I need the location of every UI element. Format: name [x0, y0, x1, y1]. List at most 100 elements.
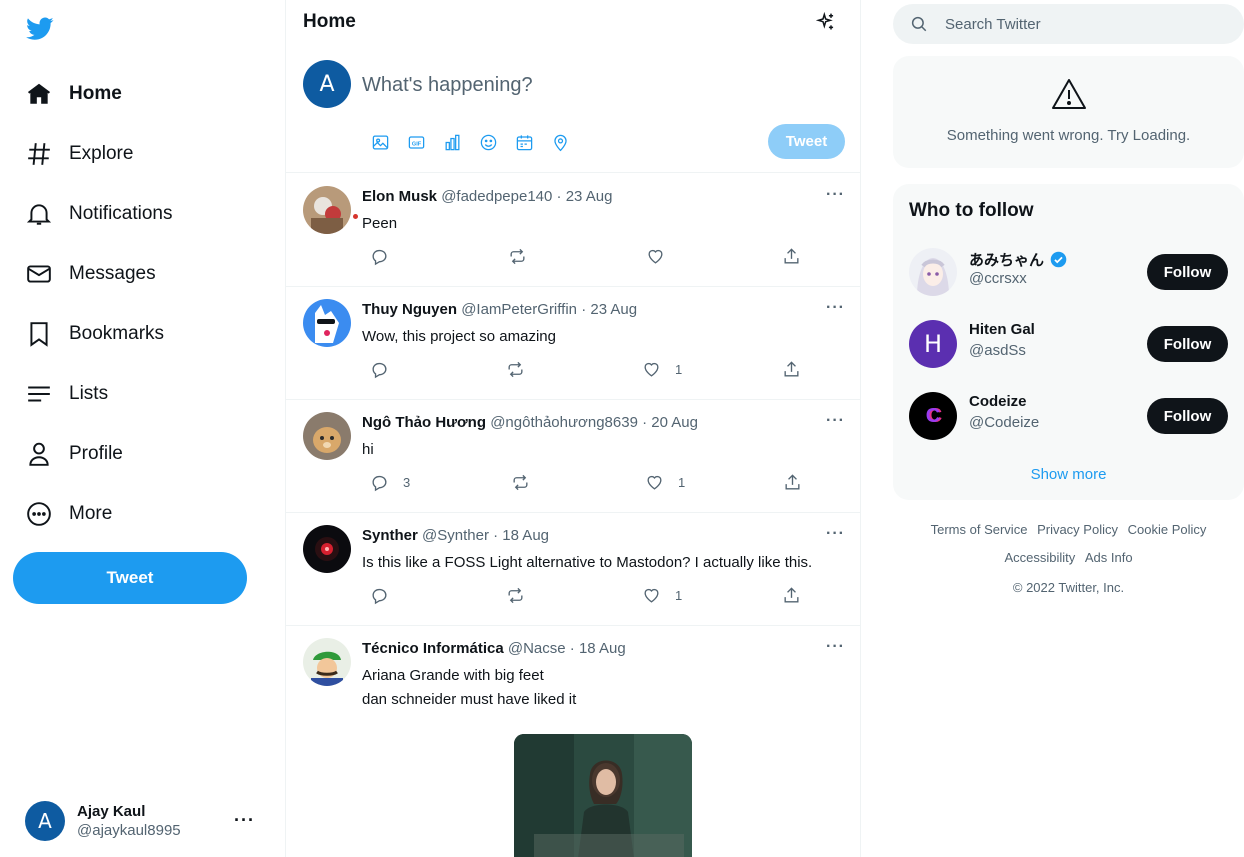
show-more-link[interactable]: Show more — [893, 466, 1244, 483]
tweet-author-handle[interactable]: @ngôthảohương8639 — [490, 414, 638, 431]
tweet-date[interactable]: · 18 Aug — [570, 640, 626, 657]
tweet-avatar[interactable] — [303, 412, 351, 460]
like-button[interactable]: 1 — [642, 360, 682, 379]
nav-label: Lists — [69, 383, 109, 404]
search-bar[interactable] — [893, 4, 1244, 44]
reply-button[interactable] — [370, 360, 403, 379]
more-icon[interactable]: ··· — [826, 186, 845, 204]
share-button[interactable] — [782, 586, 801, 605]
poll-icon[interactable] — [442, 132, 462, 152]
retweet-button[interactable] — [506, 360, 525, 379]
tweet-button[interactable]: Tweet — [13, 552, 247, 604]
tweet-author-handle[interactable]: @Nacse — [508, 640, 566, 657]
twitter-logo-icon[interactable] — [26, 17, 54, 41]
footer-link[interactable]: Privacy Policy — [1037, 522, 1118, 537]
tweet-avatar[interactable] — [303, 299, 351, 347]
nav-label: Notifications — [69, 203, 173, 224]
like-button[interactable]: 1 — [642, 586, 682, 605]
follow-suggestion[interactable]: H Hiten Gal @asdSs Follow — [893, 320, 1244, 368]
share-button[interactable] — [783, 473, 802, 492]
reply-icon — [372, 362, 387, 379]
reply-button[interactable] — [370, 247, 403, 266]
nav-label: Home — [69, 83, 122, 104]
follow-suggestion[interactable]: あみちゃん @ccrsxx Follow — [893, 248, 1244, 296]
footer-link[interactable]: Terms of Service — [931, 522, 1028, 537]
like-button[interactable] — [646, 247, 679, 266]
tweet-author-name[interactable]: Thuy Nguyen — [362, 301, 457, 318]
schedule-icon[interactable] — [514, 132, 534, 152]
tweet-actions — [370, 247, 800, 267]
image-icon[interactable] — [370, 132, 390, 152]
avatar[interactable] — [909, 248, 957, 296]
tweet-text: Is this like a FOSS Light alternative to… — [362, 554, 813, 571]
nav-explore[interactable]: Explore — [26, 139, 133, 169]
tweet-author-handle[interactable]: @IamPeterGriffin — [461, 301, 577, 318]
tweet-author-name[interactable]: Ngô Thảo Hương — [362, 414, 486, 431]
tweet-author-name[interactable]: Synther — [362, 527, 418, 544]
tweet-date[interactable]: · 23 Aug — [581, 301, 637, 318]
reply-button[interactable] — [370, 586, 403, 605]
compose-input[interactable] — [362, 70, 832, 100]
tweet-media-image[interactable] — [514, 734, 692, 857]
more-icon[interactable]: ··· — [234, 810, 255, 831]
tweet-author-name[interactable]: Técnico Informática — [362, 640, 504, 657]
tweet-date[interactable]: · 20 Aug — [642, 414, 698, 431]
follow-button[interactable]: Follow — [1147, 254, 1228, 290]
bell-icon — [26, 201, 52, 227]
nav-lists[interactable]: Lists — [26, 379, 108, 409]
location-icon[interactable] — [550, 132, 570, 152]
emoji-icon[interactable] — [478, 132, 498, 152]
footer-link[interactable]: Cookie Policy — [1128, 522, 1207, 537]
heart-icon — [648, 249, 663, 264]
more-icon[interactable]: ··· — [826, 638, 845, 656]
footer-link[interactable]: Ads Info — [1085, 550, 1133, 565]
search-input[interactable] — [945, 15, 1225, 33]
reply-button[interactable]: 3 — [370, 473, 410, 492]
more-icon[interactable]: ··· — [826, 412, 845, 430]
more-icon[interactable]: ··· — [826, 525, 845, 543]
more-icon[interactable]: ··· — [826, 299, 845, 317]
more-circle-icon — [26, 501, 52, 527]
footer-link[interactable]: Accessibility — [1004, 550, 1075, 565]
account-switcher[interactable]: A Ajay Kaul @ajaykaul8995 ··· — [25, 800, 265, 842]
tweet-author-handle[interactable]: @fadedpepe140 — [441, 188, 552, 205]
section-title: Who to follow — [909, 200, 1034, 221]
follow-suggestion[interactable]: C Codeize @Codeize Follow — [893, 392, 1244, 440]
retweet-button[interactable] — [511, 473, 530, 492]
tweet-author-handle[interactable]: @Synther — [422, 527, 489, 544]
sparkle-icon[interactable] — [816, 12, 836, 32]
nav-notifications[interactable]: Notifications — [26, 199, 173, 229]
nav-messages[interactable]: Messages — [26, 259, 156, 289]
divider — [286, 625, 860, 626]
like-button[interactable]: 1 — [645, 473, 685, 492]
share-icon — [784, 587, 799, 603]
compose-tweet-button[interactable]: Tweet — [768, 124, 845, 159]
svg-text:GIF: GIF — [411, 141, 421, 147]
reply-icon — [372, 588, 387, 605]
tweet-author-name[interactable]: Elon Musk — [362, 188, 437, 205]
error-message[interactable]: Something went wrong. Try Loading. — [893, 127, 1244, 144]
gif-icon[interactable]: GIF — [406, 132, 426, 152]
avatar[interactable]: C — [909, 392, 957, 440]
tweet-date[interactable]: · 18 Aug — [493, 527, 549, 544]
nav-profile[interactable]: Profile — [26, 439, 123, 469]
tweet-avatar[interactable] — [303, 186, 351, 234]
tweet-date[interactable]: · 23 Aug — [557, 188, 613, 205]
tweet-avatar[interactable] — [303, 525, 351, 573]
nav-more[interactable]: More — [26, 499, 112, 529]
tweet-avatar[interactable] — [303, 638, 351, 686]
retweet-button[interactable] — [508, 247, 527, 266]
share-button[interactable] — [782, 247, 801, 266]
person-icon — [26, 441, 52, 467]
lists-icon — [26, 381, 52, 407]
nav-label: More — [69, 503, 113, 524]
nav-home[interactable]: Home — [26, 79, 122, 109]
retweet-button[interactable] — [506, 586, 525, 605]
follow-button[interactable]: Follow — [1147, 326, 1228, 362]
share-button[interactable] — [782, 360, 801, 379]
follow-button[interactable]: Follow — [1147, 398, 1228, 434]
nav-bookmarks[interactable]: Bookmarks — [26, 319, 164, 349]
avatar[interactable]: H — [909, 320, 957, 368]
tweet-meta: Synther @Synther · 18 Aug — [362, 527, 549, 544]
suggestion-handle: @asdSs — [969, 342, 1026, 359]
